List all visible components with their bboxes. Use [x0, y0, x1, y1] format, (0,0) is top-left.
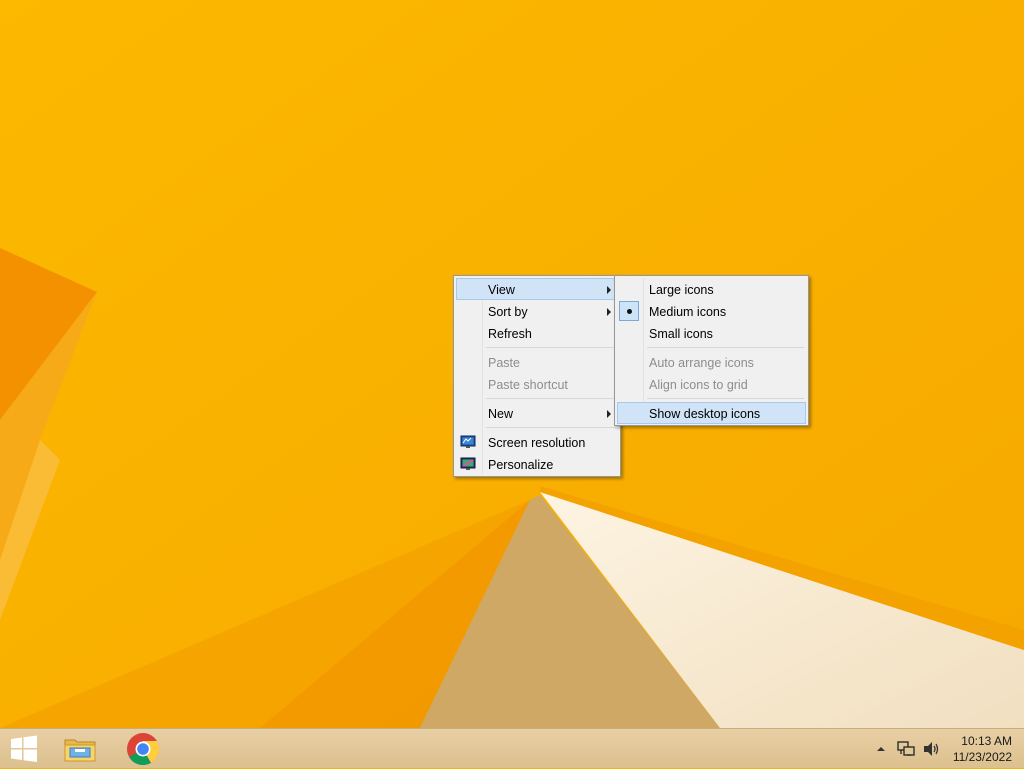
clock-date: 11/23/2022: [952, 750, 1012, 764]
taskbar: 10:13 AM 11/23/2022: [0, 728, 1024, 768]
menu-item-paste[interactable]: Paste: [456, 351, 618, 373]
menu-item-large-icons[interactable]: Large icons: [617, 278, 806, 300]
windows-start-icon: [11, 735, 37, 762]
radio-dot-icon: [627, 309, 632, 314]
menu-separator: [647, 347, 804, 348]
menu-item-small-icons[interactable]: Small icons: [617, 322, 806, 344]
menu-item-personalize[interactable]: Personalize: [456, 453, 618, 475]
show-hidden-icons-chevron: [877, 747, 885, 751]
clock[interactable]: 10:13 AM 11/23/2022: [953, 733, 1012, 765]
menu-item-auto-arrange-icons[interactable]: Auto arrange icons: [617, 351, 806, 373]
menu-item-screen-resolution[interactable]: Screen resolution: [456, 431, 618, 453]
volume-button[interactable]: [920, 729, 942, 769]
menu-item-label: Align icons to grid: [649, 378, 748, 392]
menu-item-refresh[interactable]: Refresh: [456, 322, 618, 344]
menu-item-align-icons-to-grid[interactable]: Align icons to grid: [617, 373, 806, 395]
menu-item-label: Auto arrange icons: [649, 356, 754, 370]
menu-item-label: Small icons: [649, 327, 713, 341]
menu-item-sort-by[interactable]: Sort by: [456, 300, 618, 322]
menu-item-view[interactable]: View: [456, 278, 618, 300]
menu-item-label: Paste shortcut: [488, 378, 568, 392]
network-button[interactable]: [895, 729, 917, 769]
menu-item-medium-icons[interactable]: Medium icons: [617, 300, 806, 322]
menu-item-label: Refresh: [488, 327, 532, 341]
menu-separator: [486, 398, 616, 399]
start-button[interactable]: [0, 729, 48, 769]
menu-item-paste-shortcut[interactable]: Paste shortcut: [456, 373, 618, 395]
submenu-arrow-icon: [607, 286, 611, 294]
file-explorer-icon: [64, 739, 96, 762]
menu-item-label: Large icons: [649, 283, 714, 297]
menu-item-label: Personalize: [488, 458, 554, 472]
menu-separator: [647, 398, 804, 399]
volume-icon: [924, 742, 939, 756]
clock-time: 10:13 AM: [961, 734, 1012, 748]
desktop-context-menu: View Sort by Refresh Paste Paste shortcu…: [453, 275, 621, 477]
personalize-icon: [460, 457, 476, 470]
menu-item-label: Show desktop icons: [649, 407, 761, 421]
menu-item-label: Paste: [488, 356, 520, 370]
submenu-arrow-icon: [607, 308, 611, 316]
menu-item-show-desktop-icons[interactable]: Show desktop icons: [617, 402, 806, 424]
menu-item-label: New: [488, 407, 514, 421]
menu-separator: [486, 427, 616, 428]
desktop[interactable]: View Sort by Refresh Paste Paste shortcu…: [0, 0, 1024, 728]
radio-checked-indicator: [619, 301, 639, 321]
chrome-button[interactable]: [118, 729, 168, 769]
view-submenu: Large icons Medium icons Small icons Aut…: [614, 275, 809, 426]
menu-item-new[interactable]: New: [456, 402, 618, 424]
screen-resolution-icon: [460, 435, 476, 448]
menu-separator: [486, 347, 616, 348]
file-explorer-button[interactable]: [56, 729, 104, 769]
menu-item-label: View: [488, 283, 515, 297]
show-hidden-icons-button[interactable]: [874, 729, 888, 769]
menu-item-label: Medium icons: [649, 305, 727, 319]
menu-item-label: Screen resolution: [488, 436, 586, 450]
network-icon: [897, 741, 915, 756]
submenu-arrow-icon: [607, 410, 611, 418]
menu-item-label: Sort by: [488, 305, 528, 319]
chrome-icon: [127, 733, 160, 766]
